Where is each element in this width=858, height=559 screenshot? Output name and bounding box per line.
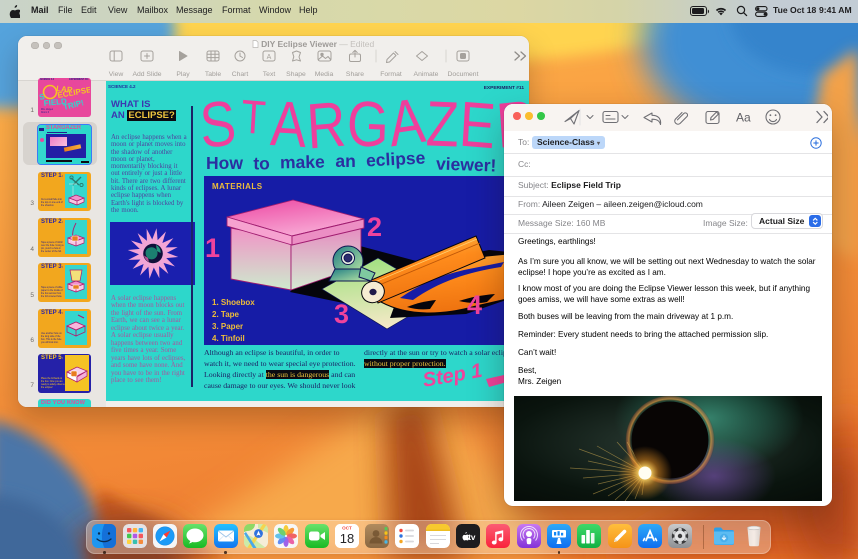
svg-text:MATERIALS: MATERIALS bbox=[212, 182, 263, 191]
svg-text:1. Shoebox: 1. Shoebox bbox=[212, 298, 255, 307]
svg-text:Chart: Chart bbox=[232, 71, 249, 78]
svg-text:Add Slide: Add Slide bbox=[132, 71, 161, 78]
svg-text:Table: Table bbox=[205, 71, 221, 78]
svg-text:Aa: Aa bbox=[736, 111, 751, 125]
svg-text:Shape: Shape bbox=[286, 71, 306, 78]
svg-text:Share: Share bbox=[346, 71, 364, 78]
svg-text:A: A bbox=[267, 54, 272, 61]
svg-text:OCT: OCT bbox=[342, 525, 352, 530]
svg-text:2: 2 bbox=[367, 212, 382, 242]
svg-text:Play: Play bbox=[176, 71, 190, 78]
svg-text:tv: tv bbox=[468, 533, 476, 542]
svg-text:Document: Document bbox=[448, 71, 479, 78]
svg-text:3. Paper: 3. Paper bbox=[212, 322, 243, 331]
svg-text:4: 4 bbox=[467, 290, 482, 320]
svg-text:2. Tape: 2. Tape bbox=[212, 310, 240, 319]
svg-text:View: View bbox=[109, 71, 124, 78]
svg-text:18: 18 bbox=[340, 531, 354, 546]
svg-text:3: 3 bbox=[334, 299, 349, 329]
svg-text:Text: Text bbox=[263, 71, 276, 78]
svg-text:Format: Format bbox=[380, 71, 402, 78]
svg-text:Media: Media bbox=[315, 71, 334, 78]
svg-text:4. Tinfoil: 4. Tinfoil bbox=[212, 334, 245, 343]
svg-text:1: 1 bbox=[205, 233, 220, 263]
svg-text:Animate: Animate bbox=[414, 71, 439, 78]
